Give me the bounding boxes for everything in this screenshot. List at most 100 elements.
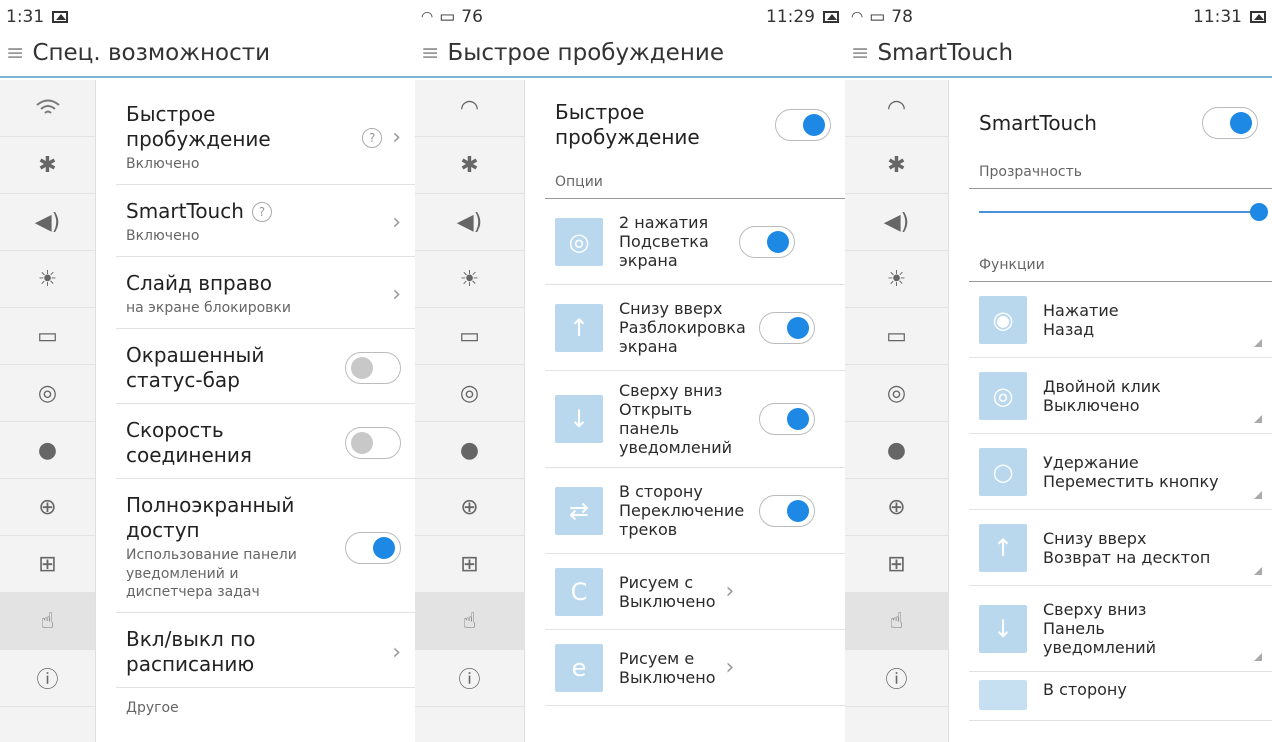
item-title: Слайд вправо	[126, 270, 273, 295]
brightness-icon[interactable]: ☀	[0, 251, 95, 308]
gesture-hand-icon[interactable]: ☝	[415, 593, 524, 650]
wifi-icon[interactable]: ◠	[415, 80, 524, 137]
list-item[interactable]: ↓ Сверху вниз Панель уведомлений	[969, 586, 1272, 672]
list-item[interactable]: ◉ Нажатие Назад	[969, 282, 1272, 358]
bluetooth-icon[interactable]: ✱	[845, 137, 948, 194]
help-icon[interactable]: ?	[251, 202, 272, 223]
image-notification-icon	[52, 11, 69, 23]
dropdown-indicator-icon	[1254, 567, 1262, 575]
smarttouch-toggle[interactable]	[1202, 107, 1258, 139]
battery-icon[interactable]: ▭	[845, 308, 948, 365]
swipe-up-icon: ↑	[555, 303, 603, 352]
item-description: Подсветка экрана	[619, 232, 709, 270]
apps-grid-icon[interactable]: ⊞	[0, 536, 95, 593]
wifi-icon[interactable]	[0, 80, 95, 137]
item-title: Окрашенный статус-бар	[126, 342, 265, 392]
list-item: ↑ Снизу вверх Разблокировка экрана	[545, 285, 845, 371]
section-header-functions: Функции	[969, 243, 1272, 282]
location-icon[interactable]: ●	[845, 422, 948, 479]
item-title: Удержание	[1043, 452, 1139, 472]
battery-icon[interactable]: ▭	[415, 308, 524, 365]
gesture-hand-icon[interactable]: ☝	[0, 593, 95, 650]
transparency-slider[interactable]	[979, 203, 1268, 221]
status-time: 1:31	[6, 7, 45, 27]
connection-speed-toggle[interactable]	[345, 426, 401, 459]
list-item: ⇄ В сторону Переключение треков	[545, 468, 845, 554]
title-bar: ≡ Быстрое пробуждение	[415, 30, 845, 78]
list-item[interactable]: C Рисуем с Выключено ›	[545, 554, 845, 630]
sound-icon[interactable]: ◀)	[845, 194, 948, 251]
quick-wake-toggle[interactable]	[775, 109, 831, 141]
battery-icon[interactable]: ▭	[0, 308, 95, 365]
section-header-other: Другое	[126, 700, 179, 717]
gesture-hand-icon[interactable]: ☝	[845, 593, 948, 650]
tap-icon: ◉	[979, 295, 1027, 344]
item-title: Быстрое пробуждение	[555, 100, 700, 149]
double-tap-icon: ◎	[555, 217, 603, 266]
list-item[interactable]: ○ Удержание Переместить кнопку	[969, 434, 1272, 510]
info-icon[interactable]: ⓘ	[0, 650, 95, 707]
list-item[interactable]: Слайд вправо на экране блокировки ›	[116, 257, 415, 329]
fingerprint-icon[interactable]: ◎	[845, 365, 948, 422]
fingerprint-icon[interactable]: ◎	[0, 365, 95, 422]
brightness-icon[interactable]: ☀	[415, 251, 524, 308]
slider-thumb[interactable]	[1250, 203, 1268, 221]
info-icon[interactable]: ⓘ	[845, 650, 948, 707]
list-item[interactable]: e Рисуем е Выключено ›	[545, 630, 845, 706]
swipe-sideways-toggle[interactable]	[759, 494, 815, 527]
globe-icon[interactable]: ⊕	[0, 479, 95, 536]
globe-icon[interactable]: ⊕	[415, 479, 524, 536]
apps-grid-icon[interactable]: ⊞	[845, 536, 948, 593]
item-description: Разблокировка экрана	[619, 318, 746, 356]
section-header-transparency: Прозрачность	[969, 150, 1272, 189]
apps-grid-icon[interactable]: ⊞	[415, 536, 524, 593]
item-title: SmartTouch	[126, 198, 244, 223]
fingerprint-icon[interactable]: ◎	[415, 365, 524, 422]
item-title: Вкл/выкл по расписанию	[126, 627, 256, 677]
toggle-knob	[787, 408, 809, 430]
sound-icon[interactable]: ◀)	[415, 194, 524, 251]
draw-e-icon: e	[555, 643, 603, 692]
fullscreen-access-toggle[interactable]	[345, 531, 401, 564]
item-title: Двойной клик	[1043, 376, 1161, 396]
list-item[interactable]: В сторону	[969, 672, 1272, 721]
battery-status-icon: ▭	[439, 7, 456, 27]
swipe-up-toggle[interactable]	[759, 311, 815, 344]
list-item[interactable]: Вкл/выкл по расписанию ›	[116, 613, 415, 689]
bluetooth-icon[interactable]: ✱	[415, 137, 524, 194]
accessibility-list: Быстрое пробуждение Включено ? › SmartTo…	[96, 80, 415, 742]
info-icon[interactable]: ⓘ	[415, 650, 524, 707]
item-title: Скорость соединения	[126, 417, 252, 467]
master-switch-row: Быстрое пробуждение	[545, 80, 845, 160]
item-status: Включено	[126, 227, 200, 244]
settings-category-rail: ◠ ✱ ◀) ☀ ▭ ◎ ● ⊕ ⊞ ☝ ⓘ	[415, 80, 525, 742]
help-icon[interactable]: ?	[362, 127, 383, 148]
globe-icon[interactable]: ⊕	[845, 479, 948, 536]
menu-icon[interactable]: ≡	[851, 41, 869, 66]
bluetooth-icon[interactable]: ✱	[0, 137, 95, 194]
swipe-down-toggle[interactable]	[759, 403, 815, 435]
wifi-icon[interactable]: ◠	[845, 80, 948, 137]
item-title: Рисуем е	[619, 648, 695, 668]
list-item[interactable]: Быстрое пробуждение Включено ? ›	[116, 80, 415, 185]
item-title: Рисуем с	[619, 572, 694, 592]
toggle-knob	[351, 431, 373, 454]
colored-statusbar-toggle[interactable]	[345, 351, 401, 384]
sound-icon[interactable]: ◀)	[0, 194, 95, 251]
double-tap-toggle[interactable]	[739, 225, 795, 258]
dropdown-indicator-icon	[1254, 415, 1262, 423]
battery-status-icon: ▭	[869, 7, 886, 27]
swipe-up-icon: ↑	[979, 523, 1027, 572]
list-item[interactable]: ◎ Двойной клик Выключено	[969, 358, 1272, 434]
menu-icon[interactable]: ≡	[421, 41, 439, 66]
menu-icon[interactable]: ≡	[6, 41, 24, 66]
status-bar: ◠ ▭ 78 11:31	[845, 0, 1272, 30]
brightness-icon[interactable]: ☀	[845, 251, 948, 308]
location-icon[interactable]: ●	[415, 422, 524, 479]
chevron-right-icon: ›	[725, 579, 735, 604]
location-icon[interactable]: ●	[0, 422, 95, 479]
swipe-sideways-icon: ⇄	[555, 486, 603, 535]
list-item[interactable]: ↑ Снизу вверх Возврат на десктоп	[969, 510, 1272, 586]
settings-category-rail: ✱ ◀) ☀ ▭ ◎ ● ⊕ ⊞ ☝ ⓘ	[0, 80, 96, 742]
list-item[interactable]: SmartTouch? Включено ›	[116, 185, 415, 257]
